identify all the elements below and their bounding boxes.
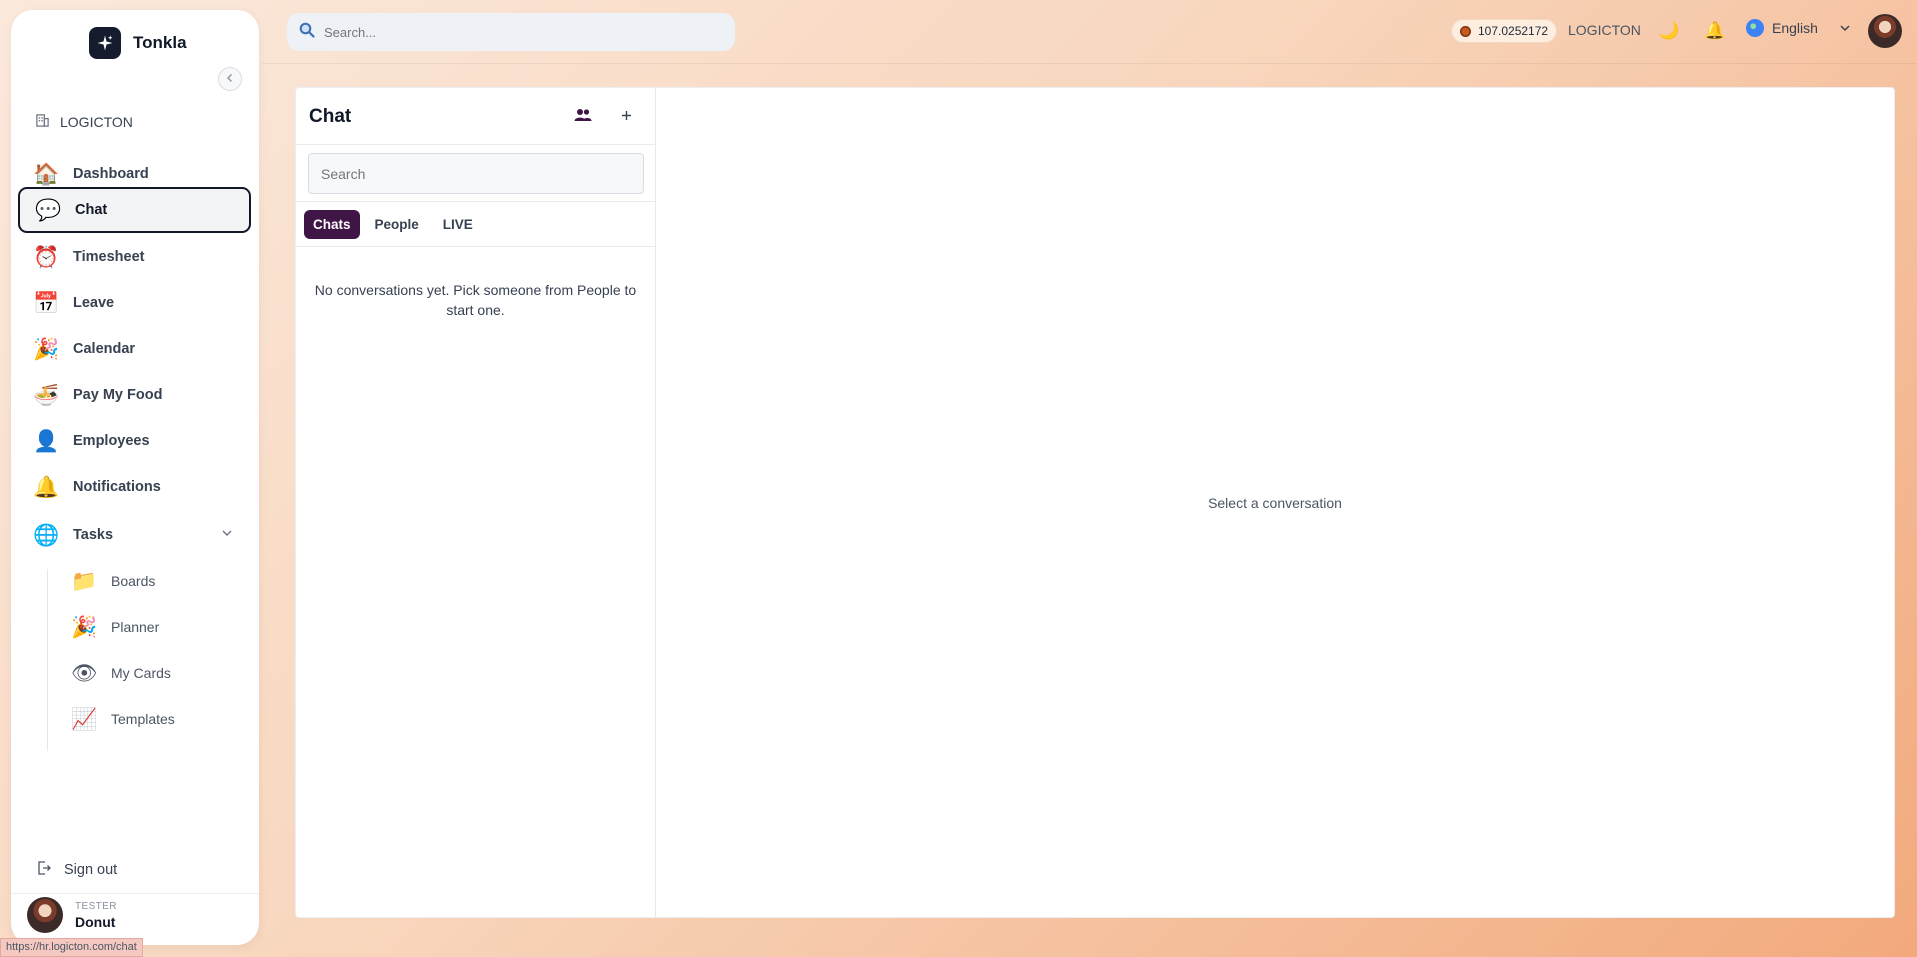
global-search-input[interactable] xyxy=(324,24,704,40)
sidebar-item-label: Leave xyxy=(73,295,115,311)
sidebar-item-employees[interactable]: 👤 Employees xyxy=(18,418,251,464)
sidebar-item-label: Chat xyxy=(75,202,108,218)
sidebar-subitem-label: Templates xyxy=(111,711,175,727)
noodle-bowl-icon: 🍜 xyxy=(33,383,60,407)
alarm-clock-icon: ⏰ xyxy=(33,245,60,269)
collapse-sidebar-button[interactable] xyxy=(218,67,242,91)
sign-out-label: Sign out xyxy=(64,862,118,878)
global-search[interactable] xyxy=(287,13,735,51)
chevron-down-icon xyxy=(221,527,233,543)
sign-out-icon xyxy=(36,860,52,880)
sidebar-item-notifications[interactable]: 🔔 Notifications xyxy=(18,464,251,510)
chart-increasing-icon: 📈 xyxy=(71,707,98,731)
color-grid-icon: 🌐 xyxy=(33,523,60,547)
avatar xyxy=(27,897,63,933)
sidebar-item-label: Timesheet xyxy=(73,249,145,265)
person-icon: 👤 xyxy=(33,429,60,453)
new-group-button[interactable] xyxy=(572,106,594,128)
folder-icon: 📁 xyxy=(71,569,98,593)
chat-search-wrap xyxy=(296,145,655,202)
party-popper-icon: 🎉 xyxy=(71,615,98,639)
party-popper-icon: 🎉 xyxy=(33,337,60,361)
topbar-divider xyxy=(262,63,1917,64)
sidebar-subitem-my-cards[interactable]: 👁 My Cards xyxy=(71,653,241,693)
conversation-list-column: Chat Chats People LIVE No conversations … xyxy=(296,88,656,917)
chat-tabs: Chats People LIVE xyxy=(296,202,655,247)
sidebar-subitem-planner[interactable]: 🎉 Planner xyxy=(71,607,241,647)
sidebar: Tonkla LOGICTON 🏠 Dashboard 💬 Chat ⏰ Tim… xyxy=(11,10,259,945)
sidebar-subitem-label: My Cards xyxy=(111,665,171,681)
sidebar-subitem-templates[interactable]: 📈 Templates xyxy=(71,699,241,739)
new-chat-button[interactable] xyxy=(615,106,637,128)
balance-value: 107.0252172 xyxy=(1478,24,1549,38)
sidebar-item-label: Dashboard xyxy=(73,166,149,182)
org-selector[interactable]: LOGICTON xyxy=(35,113,133,131)
tasks-tree-line xyxy=(47,569,48,751)
sign-out-button[interactable]: Sign out xyxy=(36,860,117,880)
tab-chats[interactable]: Chats xyxy=(304,209,360,239)
empty-conversations-message: No conversations yet. Pick someone from … xyxy=(314,282,637,318)
chat-bubbles-icon: 💬 xyxy=(35,198,62,222)
brand[interactable]: Tonkla xyxy=(89,27,187,59)
bell-icon: 🔔 xyxy=(33,475,60,499)
search-icon xyxy=(299,22,315,43)
sidebar-item-chat[interactable]: 💬 Chat xyxy=(18,187,251,233)
brand-name: Tonkla xyxy=(133,33,187,52)
user-name: Donut xyxy=(75,913,116,930)
chevron-down-icon[interactable] xyxy=(1839,21,1851,39)
tab-live[interactable]: LIVE xyxy=(434,210,482,239)
language-selector[interactable]: English xyxy=(1746,19,1818,37)
sidebar-subitem-boards[interactable]: 📁 Boards xyxy=(71,561,241,601)
topbar-org-name: LOGICTON xyxy=(1568,22,1641,38)
sidebar-item-label: Tasks xyxy=(73,527,114,543)
org-name: LOGICTON xyxy=(60,114,133,130)
user-profile[interactable]: TESTER Donut xyxy=(27,897,117,933)
eye-icon: 👁 xyxy=(71,661,98,685)
sidebar-subitem-label: Boards xyxy=(111,573,156,589)
sidebar-item-label: Calendar xyxy=(73,341,136,357)
sidebar-subitem-label: Planner xyxy=(111,619,160,635)
sidebar-item-label: Notifications xyxy=(73,479,161,495)
sidebar-item-calendar[interactable]: 🎉 Calendar xyxy=(18,326,251,372)
plus-icon xyxy=(621,108,632,126)
bell-icon[interactable]: 🔔 xyxy=(1704,19,1725,43)
house-icon: 🏠 xyxy=(33,162,60,186)
building-icon xyxy=(35,113,50,131)
sidebar-divider xyxy=(11,893,259,894)
people-icon xyxy=(574,108,592,127)
avatar[interactable] xyxy=(1868,14,1902,48)
chevron-left-icon xyxy=(225,72,235,86)
user-role: TESTER xyxy=(75,900,117,912)
conversation-view: Select a conversation xyxy=(656,88,1894,917)
sidebar-item-timesheet[interactable]: ⏰ Timesheet xyxy=(18,234,251,280)
globe-icon xyxy=(1746,19,1764,37)
page-title: Chat xyxy=(309,106,352,127)
chat-search-input[interactable] xyxy=(308,153,644,194)
sidebar-item-tasks[interactable]: 🌐 Tasks xyxy=(18,512,251,558)
sidebar-item-label: Pay My Food xyxy=(73,387,163,403)
chat-header: Chat xyxy=(296,88,655,145)
language-label: English xyxy=(1772,20,1818,36)
moon-icon[interactable]: 🌙 xyxy=(1658,19,1679,43)
sidebar-item-leave[interactable]: 📅 Leave xyxy=(18,280,251,326)
status-bar-url: https://hr.logicton.com/chat xyxy=(0,938,143,957)
calendar-grid-icon: 📅 xyxy=(33,291,60,315)
tab-people[interactable]: People xyxy=(366,210,428,239)
select-conversation-placeholder: Select a conversation xyxy=(1208,494,1342,511)
balance-badge[interactable]: 107.0252172 xyxy=(1451,19,1558,43)
sparkle-logo-icon xyxy=(89,27,121,59)
coin-icon xyxy=(1460,25,1471,37)
sidebar-item-label: Employees xyxy=(73,433,150,449)
sidebar-item-pay-my-food[interactable]: 🍜 Pay My Food xyxy=(18,372,251,418)
chat-panel: Chat Chats People LIVE No conversations … xyxy=(295,87,1895,918)
